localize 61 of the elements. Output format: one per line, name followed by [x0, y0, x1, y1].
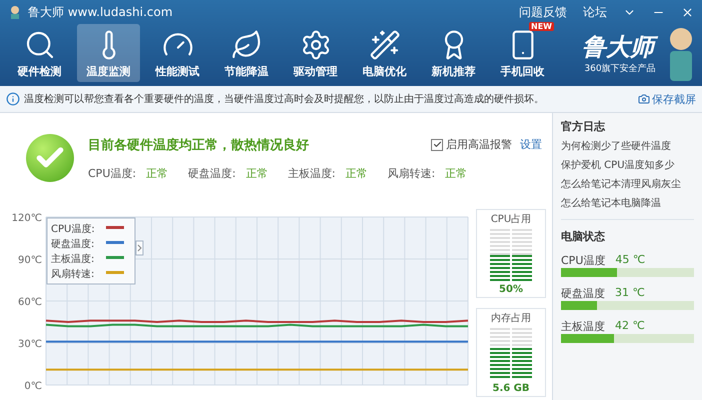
ok-check-icon	[26, 134, 74, 182]
status-value: 正常	[445, 166, 468, 180]
y-tick-label: 120℃	[12, 213, 42, 224]
state-reading: 42 ℃	[615, 319, 645, 334]
nav-tab[interactable]: 硬件检测	[8, 24, 71, 82]
news-link[interactable]: 怎么给笔记本清理风扇灰尘	[561, 177, 694, 191]
nav-tab[interactable]: 新机推荐	[422, 24, 485, 82]
camera-icon	[638, 93, 650, 105]
leaf-icon	[230, 29, 262, 61]
y-tick-label: 90℃	[18, 255, 42, 266]
news-link[interactable]: 保护爱机 CPU温度知多少	[561, 158, 694, 172]
nav-tab[interactable]: 性能测试	[146, 24, 209, 82]
status-value: 正常	[346, 166, 368, 180]
y-tick-label: 30℃	[18, 339, 42, 350]
checkbox[interactable]	[431, 138, 443, 150]
state-reading: 45 ℃	[615, 253, 646, 268]
mascot-icon	[8, 5, 22, 19]
settings-link[interactable]: 设置	[520, 137, 542, 152]
status-label: CPU温度:	[88, 166, 136, 180]
legend-label: 主板温度:	[51, 254, 94, 265]
nav-tab[interactable]: 驱动管理	[284, 24, 347, 82]
nav-tab[interactable]: 节能降温	[215, 24, 278, 82]
state-title: 电脑状态	[561, 229, 606, 244]
y-tick-label: 60℃	[18, 297, 42, 308]
status-label: 风扇转速:	[388, 166, 436, 180]
news-link[interactable]: 为何检测少了些硬件温度	[561, 139, 694, 153]
state-label: 主板温度	[561, 319, 605, 334]
y-tick-label: 0℃	[24, 381, 42, 392]
meter-title: CPU占用	[490, 212, 532, 226]
nav-tab[interactable]: 温度监测	[77, 24, 140, 82]
meter-title: 内存占用	[491, 312, 531, 325]
status-value: 正常	[246, 166, 268, 180]
nav-tab[interactable]: 电脑优化	[353, 24, 416, 82]
legend-toggle[interactable]	[136, 240, 144, 256]
brand-tagline: 360旗下安全产品	[584, 62, 656, 74]
news-title: 官方日志	[561, 119, 606, 134]
status-value: 正常	[146, 166, 168, 180]
state-label: 硬盘温度	[561, 286, 605, 301]
status-label: 硬盘温度:	[188, 166, 236, 180]
news-link[interactable]: 怎么给笔记本电脑降温	[561, 196, 694, 210]
alarm-checkbox[interactable]: 启用高温报警	[431, 137, 512, 152]
header-link[interactable]: 问题反馈	[519, 4, 567, 20]
window-title: 鲁大师 www.ludashi.com	[28, 4, 174, 20]
meter-reading: 50%	[499, 284, 523, 295]
nav-tab[interactable]: NEW 手机回收	[491, 24, 554, 82]
state-label: CPU温度	[561, 253, 606, 268]
info-icon	[6, 92, 20, 106]
legend-label: 硬盘温度:	[51, 239, 94, 250]
status-label: 主板温度:	[288, 166, 336, 180]
legend-label: CPU温度:	[51, 224, 95, 235]
new-badge: NEW	[529, 22, 554, 31]
status-headline: 目前各硬件温度均正常，散热情况良好	[88, 136, 310, 154]
state-reading: 31 ℃	[615, 286, 645, 301]
legend-label: 风扇转速:	[51, 269, 94, 280]
save-screenshot-link[interactable]: 保存截屏	[638, 92, 696, 106]
meter-reading: 5.6 GB	[492, 383, 530, 394]
close-icon[interactable]	[681, 6, 694, 18]
header-link[interactable]: 论坛	[583, 4, 607, 20]
wand-icon	[368, 29, 400, 61]
brand-logo: 鲁大师	[580, 32, 660, 62]
info-message: 温度检测可以帮您查看各个重要硬件的温度，当硬件温度过高时会及时提醒您，以防止由于温度过高造成的硬件损坏。	[24, 92, 545, 106]
